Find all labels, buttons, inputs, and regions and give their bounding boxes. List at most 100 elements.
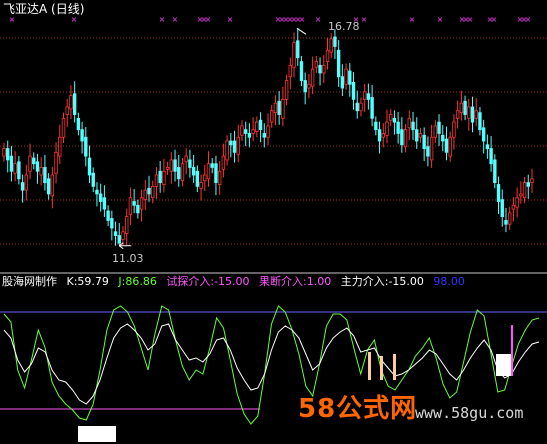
candle-body: [113, 231, 118, 236]
cross-marker-icon: ×: [172, 15, 179, 24]
cross-marker-icon: ×: [9, 15, 16, 24]
candle-body: [314, 61, 319, 68]
candle-body: [151, 185, 155, 199]
cross-marker-icon: ×: [525, 15, 532, 24]
cross-marker-icon: ×: [159, 15, 166, 24]
candle-body: [46, 178, 51, 195]
candle-body: [125, 216, 129, 235]
candle-body: [504, 220, 508, 225]
candle-body: [511, 204, 516, 210]
candle-body: [121, 231, 125, 240]
candle-body: [240, 125, 244, 136]
candle-body: [396, 121, 400, 134]
candle-body: [91, 172, 95, 187]
candle-body: [35, 161, 40, 172]
candle-body: [474, 110, 478, 119]
candle-body: [452, 121, 456, 138]
candle-body: [441, 134, 445, 142]
signal-block: [78, 426, 116, 442]
candle-body: [303, 80, 307, 93]
candle-body: [385, 121, 389, 136]
candle-body: [411, 121, 415, 131]
candle-body: [255, 121, 259, 132]
candle-body: [154, 174, 159, 187]
candle-body: [162, 170, 166, 185]
candle-body: [530, 178, 534, 183]
candle-body: [2, 148, 6, 157]
signal-bar: [380, 356, 383, 380]
candle-body: [485, 144, 490, 149]
candle-body: [102, 197, 107, 210]
candle-body: [20, 182, 25, 191]
stock-title: 飞亚达A (日线): [3, 2, 85, 16]
candle-body: [199, 182, 203, 189]
candle-body: [147, 187, 151, 195]
candle-body: [87, 157, 92, 176]
high-arrow-icon: [296, 27, 307, 35]
k-value-label: K:59.79: [66, 275, 109, 288]
candle-body: [392, 117, 397, 123]
candle-body: [455, 110, 460, 119]
candle-body: [177, 167, 181, 180]
candle-body: [165, 167, 170, 170]
candle-body: [381, 133, 385, 138]
candle-body: [28, 155, 32, 172]
candle-body: [61, 117, 66, 138]
candle-body: [400, 129, 404, 146]
candle-body: [526, 182, 530, 187]
candle-body: [98, 193, 103, 202]
candle-body: [110, 218, 114, 229]
candle-body: [247, 133, 252, 138]
candle-body: [467, 106, 471, 119]
candle-body: [210, 163, 214, 168]
candle-body: [232, 140, 237, 153]
candle-body: [221, 155, 226, 170]
indicator-name: 股海网制作: [2, 275, 57, 288]
candle-body: [117, 235, 121, 244]
candle-body: [43, 167, 47, 183]
candle-body: [284, 80, 289, 100]
candle-body: [106, 210, 110, 221]
candle-body: [422, 134, 426, 149]
candle-body: [377, 129, 382, 142]
candle-body: [426, 146, 430, 157]
candlestick-series[interactable]: [2, 28, 534, 246]
candle-body: [507, 212, 512, 225]
candle-body: [143, 189, 147, 201]
candle-body: [206, 163, 211, 180]
candle-body: [429, 136, 434, 161]
candle-body: [359, 102, 363, 112]
candle-body: [266, 125, 270, 138]
candle-body: [184, 155, 188, 163]
cross-marker-icon: ×: [299, 15, 306, 24]
candle-body: [9, 155, 14, 172]
candle-body: [173, 159, 177, 172]
candle-body: [229, 140, 233, 146]
candle-body: [80, 129, 84, 142]
candle-body: [433, 125, 438, 138]
candle-body: [13, 163, 17, 174]
candle-body: [351, 81, 356, 100]
cross-marker-icon: ×: [409, 15, 416, 24]
candle-body: [481, 127, 486, 142]
cross-markers: × × × × ××× × ××××××× × × × × × ××× ×× ×××: [9, 15, 532, 24]
candle-body: [95, 189, 99, 195]
candle-body: [191, 167, 196, 176]
candle-body: [76, 117, 81, 131]
cross-marker-icon: ×: [467, 15, 474, 24]
cross-marker-icon: ×: [71, 15, 78, 24]
candle-body: [273, 102, 278, 114]
candle-body: [292, 42, 296, 68]
candle-body: [180, 163, 185, 182]
stock-chart[interactable]: × × × × ××× × ××××××× × × × × × ××× ×× ×××: [0, 0, 547, 444]
cross-marker-icon: ×: [205, 15, 212, 24]
candle-body: [362, 91, 367, 100]
decisive-entry-label: 果断介入:1.00: [259, 275, 332, 288]
cross-marker-icon: ×: [315, 15, 322, 24]
candle-body: [136, 204, 140, 214]
candle-body: [299, 61, 304, 81]
candle-body: [281, 99, 285, 119]
candle-body: [307, 83, 311, 89]
candle-body: [437, 121, 441, 134]
candle-body: [336, 49, 341, 78]
